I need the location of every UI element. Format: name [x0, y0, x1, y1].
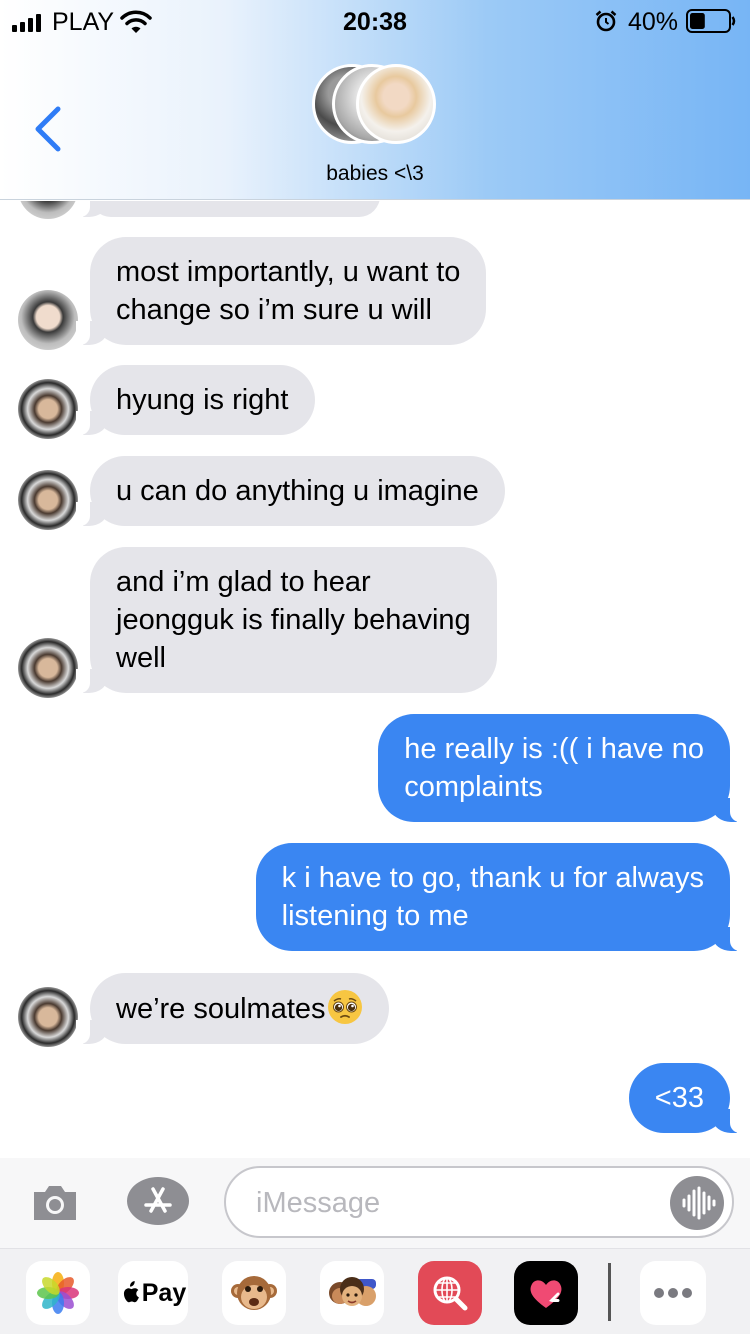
message-bubble[interactable]: and i’m glad to hear jeongguk is finally… [76, 547, 497, 693]
message-bubble[interactable] [76, 201, 380, 217]
avatar [18, 201, 78, 219]
message-bubble[interactable]: we’re soulmates [76, 973, 389, 1044]
message-text: hyung is right [116, 384, 289, 416]
message-text: k i have to go, thank u for always liste… [281, 862, 704, 932]
message-text: he really is :(( i have no complaints [404, 733, 704, 803]
message-input[interactable] [256, 1182, 656, 1224]
message-field[interactable] [224, 1166, 734, 1238]
audio-waveform-icon [682, 1186, 716, 1220]
avatar [18, 470, 78, 530]
avatar [18, 638, 78, 698]
more-apps-button[interactable] [640, 1261, 706, 1325]
apple-pay-label: Pay [141, 1278, 187, 1307]
back-button[interactable] [30, 105, 66, 153]
avatar [18, 379, 78, 439]
memoji-button[interactable] [320, 1261, 384, 1325]
message-bubble[interactable]: he really is :(( i have no complaints [378, 714, 744, 822]
message-text: u can do anything u imagine [116, 475, 479, 507]
message-text: most importantly, u want to change so i’… [116, 256, 461, 326]
group-avatar[interactable] [312, 64, 438, 144]
digital-touch-icon [530, 1280, 562, 1308]
app-store-icon[interactable] [126, 1176, 190, 1226]
message-bubble[interactable]: <33 [628, 1063, 745, 1133]
message-thread[interactable]: most importantly, u want to change so i’… [0, 201, 750, 1158]
digital-touch-button[interactable] [514, 1261, 578, 1325]
audio-message-button[interactable] [670, 1176, 724, 1230]
status-bar: PLAY 20:38 40% [0, 0, 750, 44]
apple-logo-icon [123, 1281, 139, 1303]
battery-icon [686, 9, 736, 33]
message-text: <33 [654, 1082, 704, 1114]
message-text: we’re soulmates [116, 993, 326, 1025]
compose-bar [0, 1158, 750, 1248]
message-text: and i’m glad to hear jeongguk is finally… [116, 566, 471, 674]
more-icon [654, 1288, 692, 1298]
camera-icon[interactable] [30, 1178, 80, 1228]
message-bubble[interactable]: k i have to go, thank u for always liste… [255, 843, 745, 951]
app-drawer: Pay [0, 1248, 750, 1334]
animoji-button[interactable] [222, 1261, 286, 1325]
web-search-button[interactable] [418, 1261, 482, 1325]
photos-icon [37, 1272, 79, 1314]
conversation-title[interactable]: babies <\3 [0, 162, 750, 186]
apple-pay-button[interactable]: Pay [118, 1261, 188, 1325]
alarm-icon [595, 10, 617, 32]
avatar [356, 64, 436, 144]
drawer-divider [608, 1263, 611, 1321]
memoji-icon [329, 1277, 376, 1306]
pleading-face-emoji [327, 990, 362, 1024]
battery-percent: 40% [628, 8, 679, 36]
web-search-icon [433, 1276, 468, 1311]
conversation-header: PLAY 20:38 40% babies <\3 [0, 0, 750, 200]
animoji-monkey-icon [231, 1276, 277, 1310]
message-bubble[interactable]: hyung is right [76, 365, 315, 435]
message-bubble[interactable]: u can do anything u imagine [76, 456, 505, 526]
avatar [18, 290, 78, 350]
avatar [18, 987, 78, 1047]
photos-app-button[interactable] [26, 1261, 90, 1325]
message-bubble[interactable]: most importantly, u want to change so i’… [75, 237, 487, 345]
